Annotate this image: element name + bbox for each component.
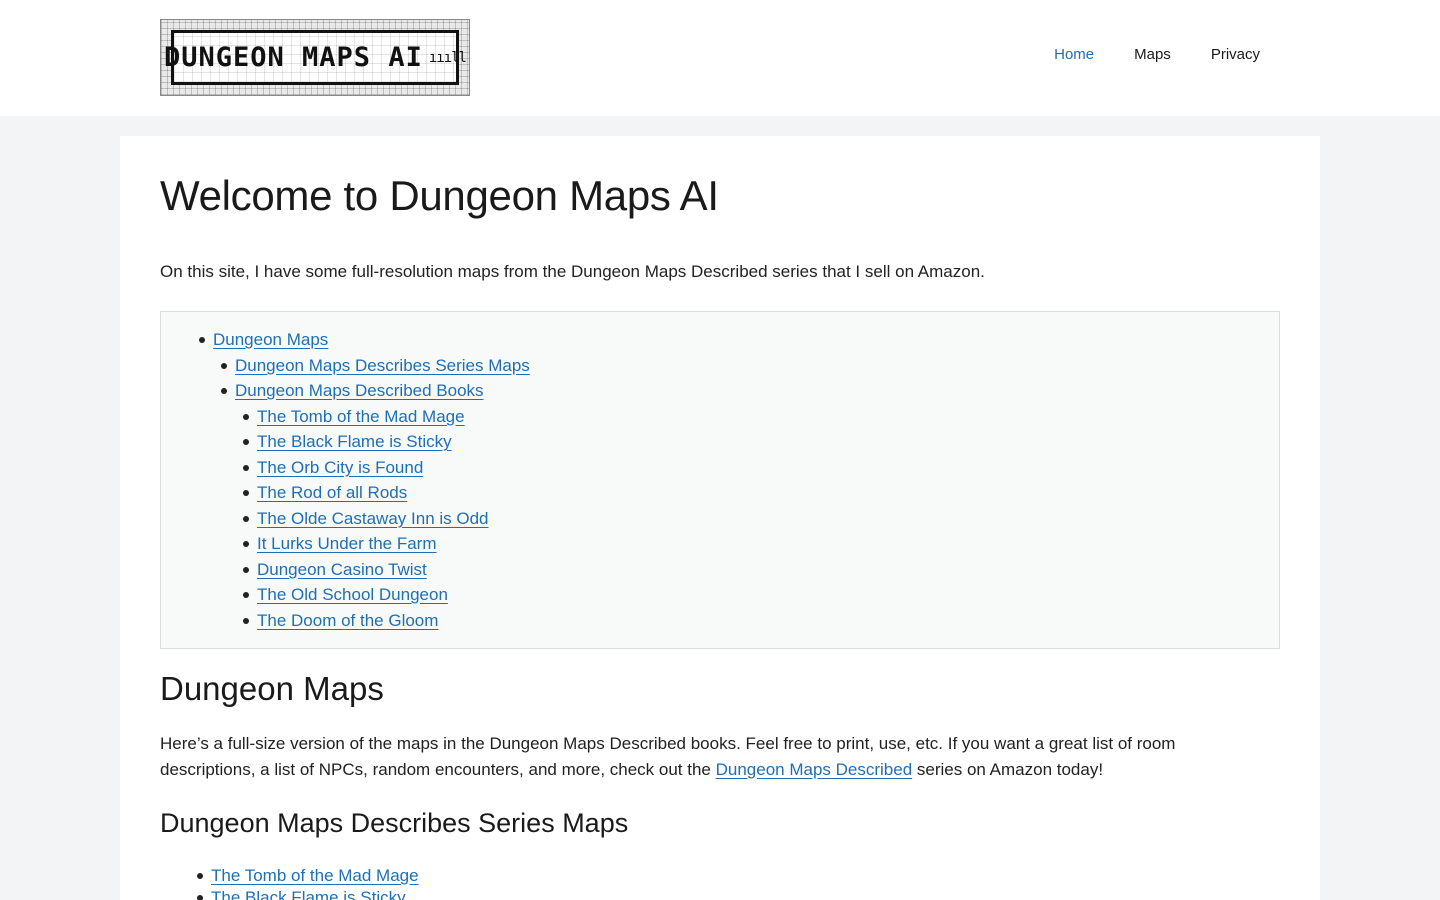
toc-link-book[interactable]: The Rod of all Rods: [257, 483, 407, 502]
series-map-link[interactable]: The Tomb of the Mad Mage: [211, 866, 419, 885]
bullet-icon: [197, 895, 203, 900]
page-title: Welcome to Dungeon Maps AI: [160, 172, 719, 219]
toc-item: The Orb City is Found: [243, 455, 423, 481]
bullet-icon: [221, 388, 227, 394]
toc-link-dungeon-maps[interactable]: Dungeon Maps: [213, 330, 328, 349]
section-paragraph: Here’s a full-size version of the maps i…: [160, 731, 1260, 782]
toc-item: Dungeon Maps Described Books: [221, 378, 484, 404]
bullet-icon: [243, 490, 249, 496]
toc-link-book[interactable]: The Doom of the Gloom: [257, 611, 438, 630]
bullet-icon: [243, 414, 249, 420]
nav-maps[interactable]: Maps: [1134, 46, 1171, 63]
logo-frame: DUNGEON MAPS AI ıııll: [164, 30, 467, 85]
bullet-icon: [243, 592, 249, 598]
toc-link-book[interactable]: The Tomb of the Mad Mage: [257, 407, 465, 426]
bullet-icon: [243, 465, 249, 471]
content-card: Welcome to Dungeon Maps AI On this site,…: [120, 136, 1320, 900]
section-heading: Dungeon Maps: [160, 670, 384, 707]
toc-item: Dungeon Casino Twist: [243, 557, 427, 583]
bullet-icon: [243, 541, 249, 547]
toc-link-book[interactable]: The Orb City is Found: [257, 458, 423, 477]
bullet-icon: [243, 516, 249, 522]
toc-link-book[interactable]: Dungeon Casino Twist: [257, 560, 427, 579]
bullet-icon: [199, 337, 205, 343]
series-map-link[interactable]: The Black Flame is Sticky: [211, 888, 406, 900]
toc-item: The Black Flame is Sticky: [243, 429, 452, 455]
toc-link-books[interactable]: Dungeon Maps Described Books: [235, 381, 484, 400]
bullet-icon: [243, 439, 249, 445]
table-of-contents: Dungeon Maps Dungeon Maps Describes Seri…: [160, 311, 1280, 649]
toc-item: Dungeon Maps: [199, 327, 328, 353]
bullet-icon: [221, 363, 227, 369]
site-header: DUNGEON MAPS AI ıııll Home Maps Privacy: [0, 0, 1440, 116]
intro-text: On this site, I have some full-resolutio…: [160, 262, 985, 281]
logo-text: DUNGEON MAPS AI: [164, 42, 423, 73]
amazon-series-link[interactable]: Dungeon Maps Described: [716, 760, 913, 779]
toc-item: The Doom of the Gloom: [243, 608, 438, 634]
toc-link-book[interactable]: The Black Flame is Sticky: [257, 432, 452, 451]
paragraph-text: series on Amazon today!: [912, 759, 1104, 779]
bullet-icon: [197, 873, 203, 879]
toc-link-book[interactable]: The Old School Dungeon: [257, 585, 448, 604]
logo-ornament-icon: ıııll: [428, 49, 467, 66]
list-item: The Black Flame is Sticky: [197, 885, 406, 900]
main-nav: Home Maps Privacy: [1054, 46, 1260, 63]
toc-item: The Tomb of the Mad Mage: [243, 404, 465, 430]
site-logo[interactable]: DUNGEON MAPS AI ıııll: [160, 19, 470, 96]
subsection-heading: Dungeon Maps Describes Series Maps: [160, 808, 629, 838]
toc-item: Dungeon Maps Describes Series Maps: [221, 353, 530, 379]
bullet-icon: [243, 567, 249, 573]
nav-home[interactable]: Home: [1054, 46, 1094, 63]
toc-item: It Lurks Under the Farm: [243, 531, 437, 557]
toc-link-book[interactable]: The Olde Castaway Inn is Odd: [257, 509, 489, 528]
toc-link-series-maps[interactable]: Dungeon Maps Describes Series Maps: [235, 356, 530, 375]
toc-item: The Olde Castaway Inn is Odd: [243, 506, 489, 532]
toc-item: The Old School Dungeon: [243, 582, 448, 608]
toc-link-book[interactable]: It Lurks Under the Farm: [257, 534, 437, 553]
nav-privacy[interactable]: Privacy: [1211, 46, 1260, 63]
bullet-icon: [243, 618, 249, 624]
toc-item: The Rod of all Rods: [243, 480, 407, 506]
